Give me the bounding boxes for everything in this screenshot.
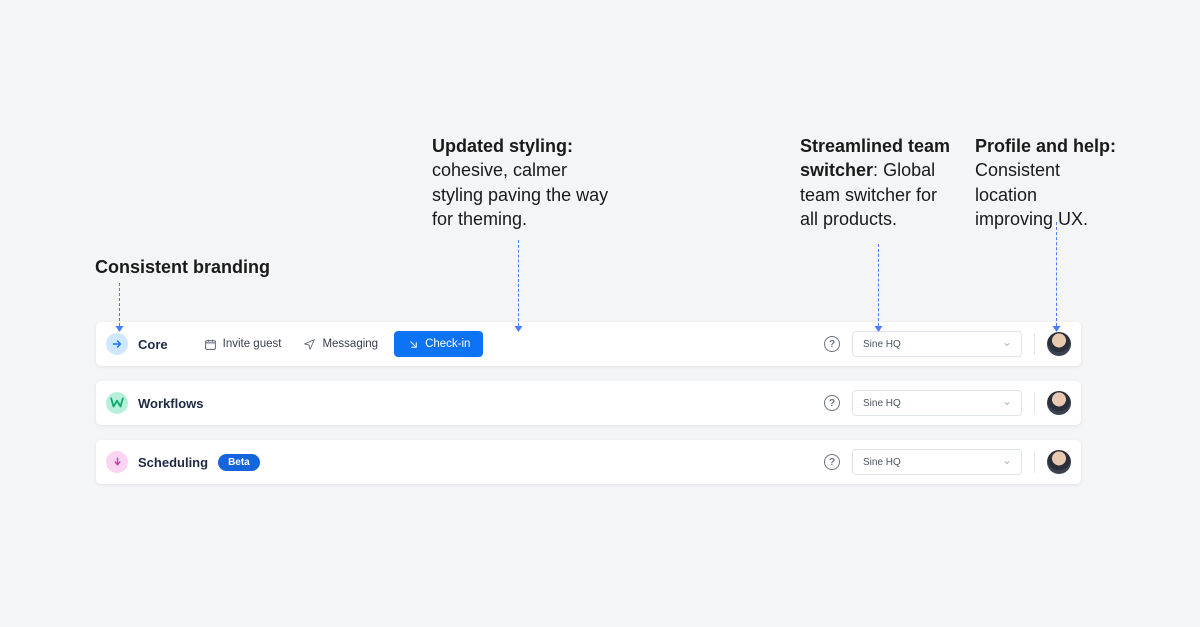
product-label-workflows: Workflows [138, 396, 204, 411]
arrow-down-icon [112, 456, 123, 468]
arrowhead-profile [1053, 326, 1061, 332]
navbar-scheduling: Scheduling Beta ? Sine HQ [96, 440, 1081, 484]
chevron-down-icon [1003, 458, 1011, 466]
annotation-profile: Profile and help: Consistent location im… [975, 134, 1120, 231]
annotation-profile-title: Profile and help: [975, 136, 1116, 156]
annotation-branding-title: Consistent branding [95, 257, 270, 277]
team-switcher-value: Sine HQ [863, 339, 901, 350]
avatar[interactable] [1047, 332, 1071, 356]
chevron-down-icon [1003, 340, 1011, 348]
avatar[interactable] [1047, 450, 1071, 474]
arrowhead-switcher [875, 326, 883, 332]
arrow-right-icon [111, 338, 123, 350]
navbar-core: Core Invite guest Messaging Check-in [96, 322, 1081, 366]
invite-guest-label: Invite guest [223, 338, 282, 350]
help-icon[interactable]: ? [824, 454, 840, 470]
annotation-switcher: Streamlined team switcher: Global team s… [800, 134, 960, 231]
connector-styling [518, 240, 519, 326]
messaging-label: Messaging [322, 338, 378, 350]
calendar-icon [204, 338, 217, 351]
annotation-styling-body: cohesive, calmer styling paving the way … [432, 160, 608, 229]
annotation-profile-body: Consistent location improving UX. [975, 160, 1088, 229]
diagram-canvas: Consistent branding Updated styling: coh… [0, 0, 1200, 627]
help-icon[interactable]: ? [824, 336, 840, 352]
team-switcher[interactable]: Sine HQ [852, 331, 1022, 357]
chevron-down-icon [1003, 399, 1011, 407]
invite-guest-button[interactable]: Invite guest [198, 334, 288, 355]
team-switcher[interactable]: Sine HQ [852, 449, 1022, 475]
help-icon[interactable]: ? [824, 395, 840, 411]
arrowhead-branding [116, 326, 124, 332]
team-switcher-value: Sine HQ [863, 398, 901, 409]
beta-badge: Beta [218, 454, 260, 471]
messaging-button[interactable]: Messaging [297, 334, 384, 355]
navbar-workflows: Workflows ? Sine HQ [96, 381, 1081, 425]
connector-profile [1056, 222, 1057, 326]
connector-switcher [878, 244, 879, 326]
divider [1034, 451, 1035, 473]
product-label-core: Core [138, 337, 168, 352]
product-icon-scheduling [106, 451, 128, 473]
w-icon [110, 397, 124, 409]
product-label-scheduling: Scheduling [138, 455, 208, 470]
avatar[interactable] [1047, 391, 1071, 415]
divider [1034, 333, 1035, 355]
checkin-label: Check-in [425, 338, 470, 350]
paper-plane-icon [303, 338, 316, 351]
arrow-down-right-icon [407, 338, 419, 350]
connector-branding [119, 283, 120, 326]
team-switcher[interactable]: Sine HQ [852, 390, 1022, 416]
annotation-switcher-colon: : [873, 160, 878, 180]
checkin-button[interactable]: Check-in [394, 331, 483, 357]
annotation-styling: Updated styling: cohesive, calmer stylin… [432, 134, 622, 231]
product-icon-core [106, 333, 128, 355]
annotation-styling-title: Updated styling: [432, 136, 573, 156]
product-icon-workflows [106, 392, 128, 414]
team-switcher-value: Sine HQ [863, 457, 901, 468]
divider [1034, 392, 1035, 414]
arrowhead-styling [515, 326, 523, 332]
annotation-branding: Consistent branding [95, 255, 270, 279]
